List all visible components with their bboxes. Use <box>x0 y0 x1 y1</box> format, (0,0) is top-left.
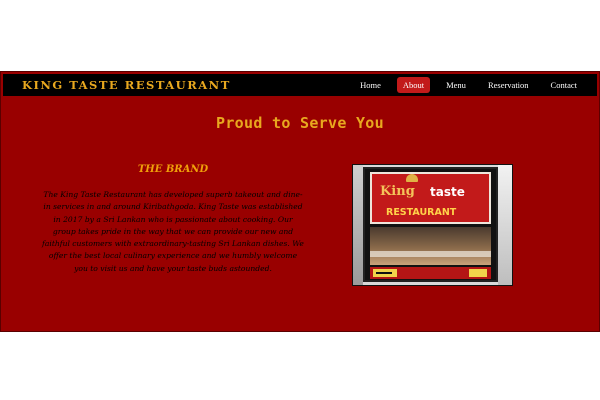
brand-section-text: The King Taste Restaurant has developed … <box>42 190 304 273</box>
yellow-tag-icon <box>469 269 487 277</box>
nav-contact[interactable]: Contact <box>545 77 583 93</box>
sign-restaurant-text: RESTAURANT <box>386 207 457 218</box>
site-brand[interactable]: KING TASTE RESTAURANT <box>22 78 231 92</box>
sign-king-text: King <box>380 184 415 199</box>
navbar: KING TASTE RESTAURANT Home About Menu Re… <box>3 74 597 96</box>
photo-right-post <box>498 165 512 285</box>
crown-icon <box>406 174 418 182</box>
page-frame: KING TASTE RESTAURANT Home About Menu Re… <box>0 71 600 332</box>
restaurant-sign-photo: King taste RESTAURANT <box>352 164 513 286</box>
nav-menu[interactable]: Menu <box>440 77 472 93</box>
sign-taste-text: taste <box>430 185 465 199</box>
restaurant-window <box>370 227 491 265</box>
table-row-visual <box>370 251 491 257</box>
nav-home[interactable]: Home <box>354 77 387 93</box>
nav-reservation[interactable]: Reservation <box>482 77 535 93</box>
nav-about[interactable]: About <box>396 77 431 93</box>
page-title: Proud to Serve You <box>216 114 384 132</box>
arrow-left-icon <box>373 269 397 277</box>
brand-section-heading: THE BRAND <box>137 164 209 175</box>
nav-links: Home About Menu Reservation Contact <box>344 77 583 93</box>
sign-top-panel: King taste RESTAURANT <box>370 172 491 224</box>
sign-board: King taste RESTAURANT <box>363 167 498 282</box>
photo-left-post <box>353 165 363 285</box>
